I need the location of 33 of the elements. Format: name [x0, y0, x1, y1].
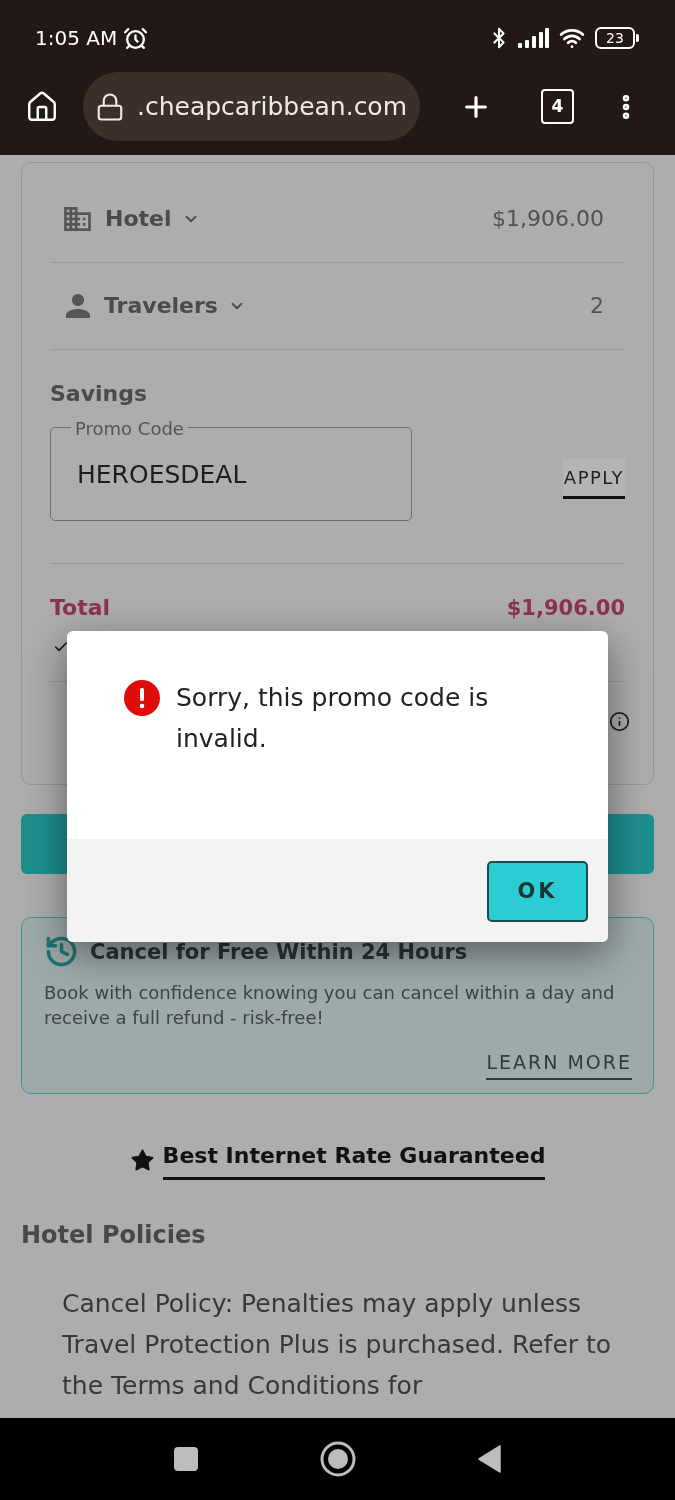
lock-icon — [95, 91, 125, 122]
summary-toggle[interactable]: Travelers — [64, 292, 246, 320]
total-price: $1,906.00 — [506, 595, 625, 622]
row-value: 2 — [590, 292, 604, 320]
section-title: Savings — [50, 380, 149, 408]
policy-paragraph: Cancel Policy: Penalties may apply unless Travel Protection Plus is purchased. Refer to the Terms and Conditions for — [61, 1288, 613, 1402]
home-icon[interactable] — [25, 89, 59, 124]
section-heading: Hotel Policies — [21, 1220, 207, 1251]
home-circle-icon[interactable] — [319, 1441, 356, 1477]
tab-count-button[interactable]: 4 — [541, 89, 574, 124]
summary-toggle[interactable]: Hotel — [64, 205, 200, 233]
banner-title: Cancel for Free Within 24 Hours — [90, 938, 468, 966]
building-icon — [64, 207, 91, 231]
learn-more-link[interactable]: LEARN MORE — [486, 1048, 632, 1080]
back-icon[interactable] — [478, 1445, 501, 1473]
status-time: 1:05 AM — [35, 25, 118, 51]
error-message: Sorry, this promo code is invalid. — [176, 682, 490, 755]
alarm-icon — [123, 25, 149, 51]
row-value: $1,906.00 — [492, 205, 604, 233]
info-icon[interactable] — [609, 711, 630, 732]
star-icon — [129, 1148, 155, 1173]
clock-history-icon — [44, 934, 79, 969]
total-label: Total — [50, 594, 111, 622]
error-icon — [124, 680, 160, 716]
signal-icon — [518, 28, 549, 48]
apply-button[interactable]: APPLY — [562, 459, 625, 499]
battery-indicator: 23 — [595, 27, 639, 49]
guarantee-link[interactable]: Best Internet Rate Guaranteed — [162, 1141, 546, 1180]
person-icon — [66, 294, 90, 318]
ok-button[interactable]: OK — [487, 861, 588, 922]
address-bar[interactable]: .cheapcaribbean.com — [83, 72, 420, 141]
recents-icon[interactable] — [173, 1447, 198, 1471]
banner-text: Book with confidence knowing you can cancel within a day and receive a full refund - risk-free! — [44, 981, 616, 1030]
